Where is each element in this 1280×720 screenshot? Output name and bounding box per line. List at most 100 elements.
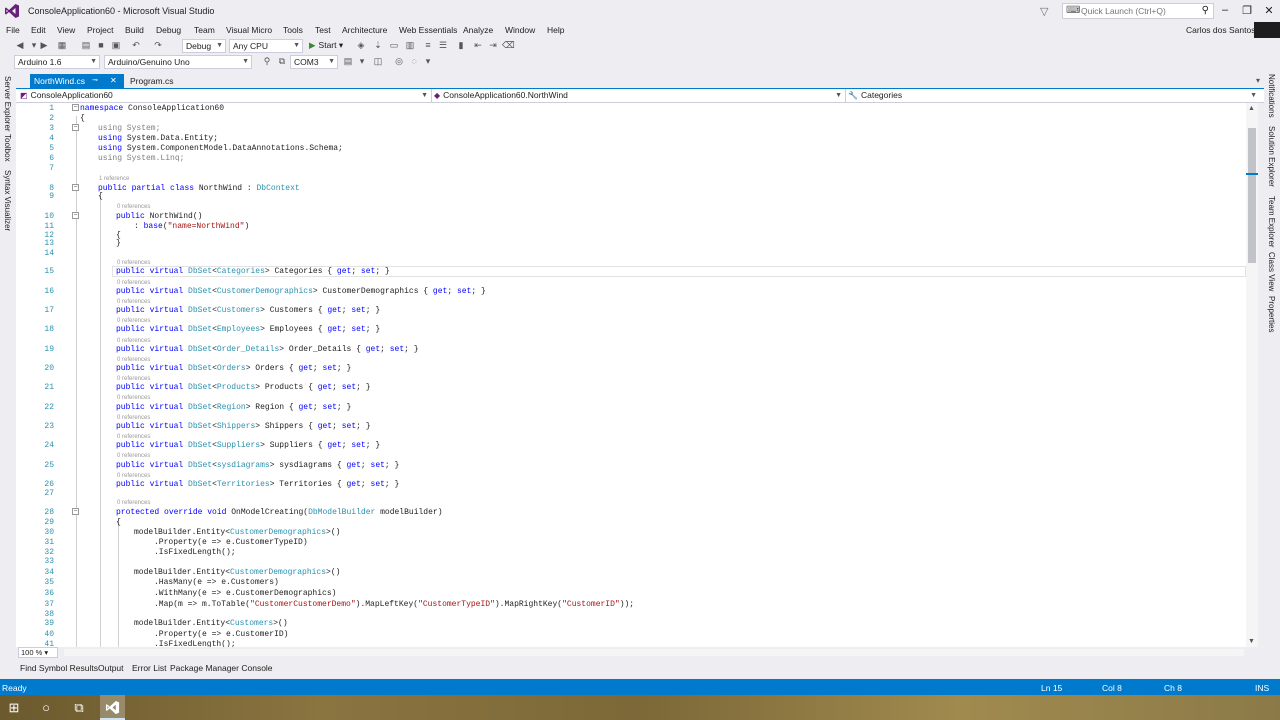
- codelens-reference[interactable]: 0 references: [117, 203, 150, 211]
- tab-properties[interactable]: Properties: [1267, 296, 1276, 332]
- tab-toolbox[interactable]: Toolbox: [3, 134, 12, 162]
- tab-error-list[interactable]: Error List: [132, 663, 166, 673]
- serial-monitor-icon[interactable]: ⧉: [276, 56, 288, 67]
- code-line[interactable]: 3 using System;: [16, 124, 1246, 134]
- cortana-icon[interactable]: ○: [36, 699, 56, 717]
- arduino-version-select[interactable]: Arduino 1.6 ▼: [14, 55, 100, 69]
- code-line[interactable]: 14: [16, 249, 1246, 259]
- breakpoint-icon[interactable]: ◌: [408, 56, 420, 66]
- code-line[interactable]: 7: [16, 164, 1246, 174]
- layout-icon[interactable]: ▥: [404, 40, 416, 51]
- menu-build[interactable]: Build: [125, 25, 144, 35]
- menu-test[interactable]: Test: [315, 25, 331, 35]
- maximize-button[interactable]: ❐: [1237, 4, 1257, 17]
- code-line[interactable]: 22 public virtual DbSet<Region> Region { …: [16, 403, 1246, 413]
- code-line[interactable]: 28 protected override void OnModelCreatin…: [16, 508, 1246, 518]
- code-line[interactable]: 5 using System.ComponentModel.DataAnnotat…: [16, 144, 1246, 154]
- menu-tools[interactable]: Tools: [283, 25, 303, 35]
- codelens-reference[interactable]: 0 references: [117, 317, 150, 325]
- menu-web-essentials[interactable]: Web Essentials: [399, 25, 457, 35]
- menu-view[interactable]: View: [57, 25, 75, 35]
- code-line[interactable]: 9{: [16, 192, 1246, 202]
- menu-project[interactable]: Project: [87, 25, 113, 35]
- bookmark-icon[interactable]: ▮: [455, 40, 467, 51]
- codelens-reference[interactable]: 0 references: [117, 433, 150, 441]
- codelens-reference[interactable]: 0 references: [117, 414, 150, 422]
- tabs-dropdown-icon[interactable]: ▾: [1256, 76, 1260, 85]
- dropdown-icon[interactable]: ▾: [422, 56, 434, 67]
- open-file-icon[interactable]: ▤: [80, 40, 92, 51]
- code-line[interactable]: 31 .Property(e => e.CustomerTypeID): [16, 538, 1246, 548]
- redo-icon[interactable]: ↷: [152, 40, 164, 51]
- user-name[interactable]: Carlos dos Santos: [1186, 25, 1255, 35]
- tab-find-symbol-results[interactable]: Find Symbol Results: [20, 663, 98, 673]
- menu-visual-micro[interactable]: Visual Micro: [226, 25, 272, 35]
- codelens-reference[interactable]: 0 references: [117, 356, 150, 364]
- codelens-reference[interactable]: 1 reference: [99, 175, 129, 183]
- prev-bookmark-icon[interactable]: ⇤: [472, 40, 484, 51]
- code-editor[interactable]: − − − − − 1 reference 0 references 0 ref…: [16, 103, 1246, 647]
- code-line[interactable]: 25 public virtual DbSet<sysdiagrams> sysd…: [16, 461, 1246, 471]
- close-icon[interactable]: ✕: [110, 74, 117, 88]
- windows-start-icon[interactable]: ⊞: [4, 699, 24, 717]
- tab-program-cs[interactable]: Program.cs: [128, 74, 176, 88]
- menu-architecture[interactable]: Architecture: [342, 25, 387, 35]
- debug-icon[interactable]: ◎: [393, 56, 405, 67]
- save-all-icon[interactable]: ▣: [110, 40, 122, 51]
- codelens-reference[interactable]: 0 references: [117, 452, 150, 460]
- menu-debug[interactable]: Debug: [156, 25, 181, 35]
- code-line[interactable]: 23 public virtual DbSet<Shippers> Shipper…: [16, 422, 1246, 432]
- member-select[interactable]: 🔧 Categories ▼: [848, 89, 1260, 102]
- code-line[interactable]: 13}: [16, 239, 1246, 249]
- scroll-down-icon[interactable]: ▼: [1248, 638, 1255, 645]
- code-line[interactable]: 30 modelBuilder.Entity<CustomerDemographi…: [16, 528, 1246, 538]
- tab-output[interactable]: Output: [98, 663, 124, 673]
- code-line[interactable]: 27: [16, 489, 1246, 499]
- tab-solution-explorer[interactable]: Solution Explorer: [1267, 126, 1276, 187]
- code-line[interactable]: 1 namespace ConsoleApplication60: [16, 104, 1246, 114]
- tab-team-explorer[interactable]: Team Explorer: [1267, 196, 1276, 248]
- tab-northwind-cs[interactable]: NorthWind.cs ⊸ ✕: [30, 74, 124, 88]
- code-line[interactable]: 16 public virtual DbSet<CustomerDemograph…: [16, 287, 1246, 297]
- code-line[interactable]: 10 public NorthWind(): [16, 212, 1246, 222]
- code-line[interactable]: 34 modelBuilder.Entity<CustomerDemographi…: [16, 568, 1246, 578]
- code-line[interactable]: 18 public virtual DbSet<Employees> Employ…: [16, 325, 1246, 335]
- platform-select[interactable]: Any CPU ▼: [229, 39, 303, 53]
- tab-class-view[interactable]: Class View: [1267, 252, 1276, 291]
- configuration-select[interactable]: Debug ▼: [182, 39, 226, 53]
- code-line[interactable]: 17 public virtual DbSet<Customers> Custom…: [16, 306, 1246, 316]
- port-select[interactable]: COM3 ▼: [290, 55, 338, 69]
- tab-server-explorer[interactable]: Server Explorer: [3, 76, 12, 132]
- forward-icon[interactable]: ▶: [38, 40, 50, 51]
- code-line[interactable]: 2{: [16, 114, 1246, 124]
- tab-package-manager-console[interactable]: Package Manager Console: [170, 663, 273, 673]
- verify-icon[interactable]: ◫: [372, 56, 384, 67]
- codelens-reference[interactable]: 0 references: [117, 298, 150, 306]
- next-bookmark-icon[interactable]: ⇥: [487, 40, 499, 51]
- start-button[interactable]: ▶ Start ▾: [309, 40, 343, 51]
- codelens-reference[interactable]: 0 references: [117, 337, 150, 345]
- code-line[interactable]: 24 public virtual DbSet<Suppliers> Suppli…: [16, 441, 1246, 451]
- code-line[interactable]: 19 public virtual DbSet<Order_Details> Or…: [16, 345, 1246, 355]
- task-view-icon[interactable]: ⧉: [69, 699, 89, 717]
- clear-bookmarks-icon[interactable]: ⌫: [502, 40, 515, 51]
- taskbar-visual-studio[interactable]: [100, 695, 125, 720]
- scroll-thumb[interactable]: [1248, 128, 1256, 263]
- code-line[interactable]: 37 .Map(m => m.ToTable("CustomerCustomerD…: [16, 600, 1246, 610]
- quick-launch[interactable]: ⌨ ⚲: [1062, 3, 1214, 19]
- code-line[interactable]: 15 public virtual DbSet<Categories> Categ…: [16, 267, 1246, 277]
- code-line[interactable]: 6 using System.Linq;: [16, 154, 1246, 164]
- zoom-select[interactable]: 100 % ▾: [18, 647, 58, 658]
- code-line[interactable]: 39 modelBuilder.Entity<Customers>(): [16, 619, 1246, 629]
- menu-file[interactable]: File: [6, 25, 20, 35]
- back-icon[interactable]: ◀: [14, 40, 26, 51]
- board-select[interactable]: Arduino/Genuino Uno ▼: [104, 55, 252, 69]
- codelens-reference[interactable]: 0 references: [117, 499, 150, 507]
- menu-window[interactable]: Window: [505, 25, 535, 35]
- menu-help[interactable]: Help: [547, 25, 564, 35]
- code-line[interactable]: 40 .Property(e => e.CustomerID): [16, 630, 1246, 640]
- avatar[interactable]: [1254, 22, 1280, 38]
- code-line[interactable]: 41 .IsFixedLength();: [16, 640, 1246, 647]
- dropdown-icon[interactable]: ▾: [356, 56, 368, 67]
- upload-icon[interactable]: ▤: [342, 56, 354, 67]
